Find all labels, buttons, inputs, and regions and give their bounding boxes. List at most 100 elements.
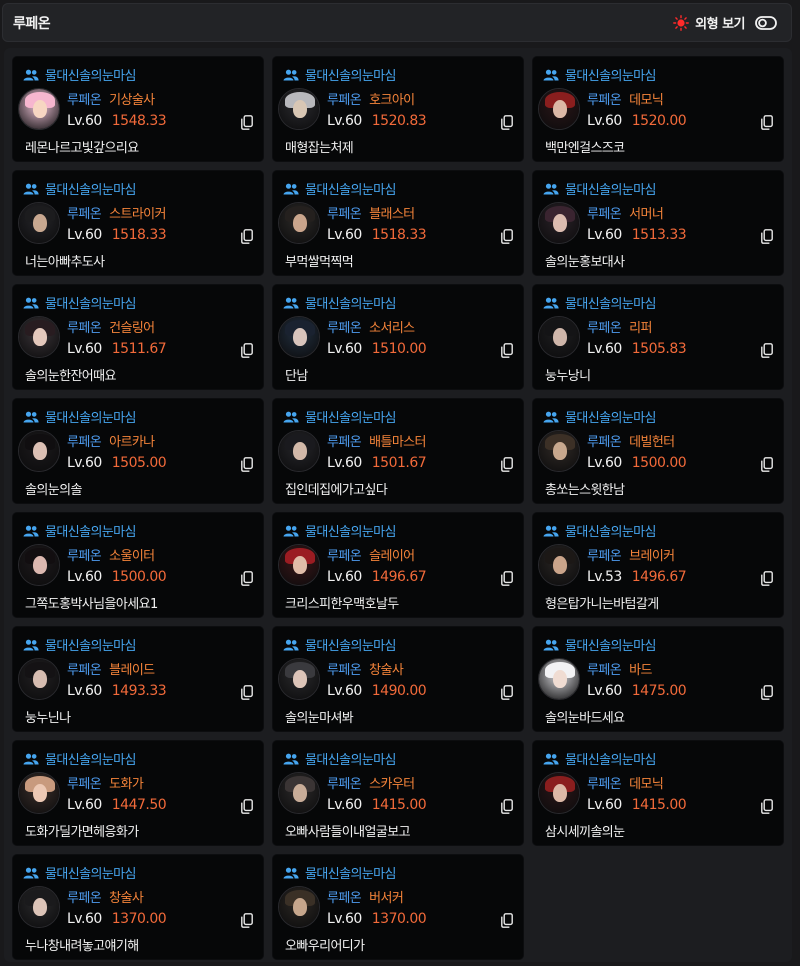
copy-icon[interactable] xyxy=(241,913,253,928)
toggle-switch-icon[interactable] xyxy=(755,15,777,30)
copy-icon[interactable] xyxy=(241,115,253,130)
character-card[interactable]: 물대신솔의눈마심 루페온 데모닉 Lv.60 1520.00 백만엔걸스즈코 xyxy=(532,56,784,162)
level-row: Lv.60 1518.33 xyxy=(67,227,167,243)
people-icon xyxy=(283,183,299,194)
character-card[interactable]: 물대신솔의눈마심 루페온 스트라이커 Lv.60 1518.33 너는아빠추도사 xyxy=(12,170,264,276)
appearance-toggle[interactable]: 외형 보기 xyxy=(673,13,777,32)
people-icon xyxy=(543,183,559,194)
character-name: 눙누낭니 xyxy=(545,369,591,384)
people-icon xyxy=(543,69,559,80)
character-avatar xyxy=(278,430,320,472)
character-card[interactable]: 물대신솔의눈마심 루페온 창술사 Lv.60 1490.00 솔의눈마셔봐 xyxy=(272,626,524,732)
server-name: 루페온 xyxy=(587,207,622,222)
copy-icon[interactable] xyxy=(501,115,513,130)
copy-icon[interactable] xyxy=(501,571,513,586)
item-level: 1520.00 xyxy=(631,113,687,129)
guild-name: 물대신솔의눈마심 xyxy=(45,183,136,198)
class-name: 아르카나 xyxy=(109,435,155,450)
guild-name: 물대신솔의눈마심 xyxy=(565,411,656,426)
server-name: 루페온 xyxy=(67,891,102,906)
guild-row: 물대신솔의눈마심 xyxy=(23,521,136,540)
item-level: 1520.83 xyxy=(371,113,427,129)
server-name: 루페온 xyxy=(327,777,362,792)
character-name: 단남 xyxy=(285,369,308,384)
level-row: Lv.60 1513.33 xyxy=(587,227,687,243)
copy-icon[interactable] xyxy=(761,457,773,472)
guild-row: 물대신솔의눈마심 xyxy=(283,863,396,882)
copy-icon[interactable] xyxy=(761,571,773,586)
copy-icon[interactable] xyxy=(761,229,773,244)
server-class-row: 루페온 슬레이어 xyxy=(327,545,415,564)
server-name: 루페온 xyxy=(67,435,102,450)
people-icon xyxy=(543,753,559,764)
character-card[interactable]: 물대신솔의눈마심 루페온 아르카나 Lv.60 1505.00 솔의눈의솔 xyxy=(12,398,264,504)
character-level: Lv.60 xyxy=(67,569,102,585)
character-card[interactable]: 물대신솔의눈마심 루페온 데모닉 Lv.60 1415.00 삼시세끼솔의눈 xyxy=(532,740,784,846)
server-name: 루페온 xyxy=(67,207,102,222)
copy-icon[interactable] xyxy=(761,343,773,358)
level-row: Lv.60 1493.33 xyxy=(67,683,167,699)
character-card[interactable]: 물대신솔의눈마심 루페온 소울이터 Lv.60 1500.00 그쪽도홍박사님을… xyxy=(12,512,264,618)
item-level: 1505.83 xyxy=(631,341,687,357)
server-class-row: 루페온 아르카나 xyxy=(67,431,155,450)
character-card[interactable]: 물대신솔의눈마심 루페온 기상술사 Lv.60 1548.33 레몬나르고빛갚으… xyxy=(12,56,264,162)
copy-icon[interactable] xyxy=(241,457,253,472)
copy-icon[interactable] xyxy=(501,343,513,358)
character-avatar xyxy=(278,316,320,358)
server-name: 루페온 xyxy=(67,93,102,108)
class-name: 스카우터 xyxy=(369,777,415,792)
character-level: Lv.60 xyxy=(67,455,102,471)
people-icon xyxy=(283,69,299,80)
guild-name: 물대신솔의눈마심 xyxy=(305,753,396,768)
character-level: Lv.60 xyxy=(327,683,362,699)
item-level: 1500.00 xyxy=(111,569,167,585)
guild-row: 물대신솔의눈마심 xyxy=(543,635,656,654)
copy-icon[interactable] xyxy=(761,115,773,130)
character-card[interactable]: 물대신솔의눈마심 루페온 배틀마스터 Lv.60 1501.67 집인데집에가고… xyxy=(272,398,524,504)
character-card[interactable]: 물대신솔의눈마심 루페온 버서커 Lv.60 1370.00 오빠우리어디가 xyxy=(272,854,524,960)
character-level: Lv.60 xyxy=(587,341,622,357)
people-icon xyxy=(283,525,299,536)
class-name: 바드 xyxy=(629,663,652,678)
character-card[interactable]: 물대신솔의눈마심 루페온 데빌헌터 Lv.60 1500.00 총쏘는스윗한남 xyxy=(532,398,784,504)
copy-icon[interactable] xyxy=(241,343,253,358)
guild-name: 물대신솔의눈마심 xyxy=(565,639,656,654)
guild-name: 물대신솔의눈마심 xyxy=(45,867,136,882)
class-name: 데모닉 xyxy=(629,777,664,792)
character-card[interactable]: 물대신솔의눈마심 루페온 건슬링어 Lv.60 1511.67 솔의눈한잔어때요 xyxy=(12,284,264,390)
server-name: 루페온 xyxy=(67,549,102,564)
character-card[interactable]: 물대신솔의눈마심 루페온 블레이드 Lv.60 1493.33 눙누닌나 xyxy=(12,626,264,732)
character-card[interactable]: 물대신솔의눈마심 루페온 브레이커 Lv.53 1496.67 형은탑가니는바텀… xyxy=(532,512,784,618)
copy-icon[interactable] xyxy=(241,799,253,814)
server-name: 루페온 xyxy=(67,321,102,336)
copy-icon[interactable] xyxy=(761,799,773,814)
item-level: 1415.00 xyxy=(371,797,427,813)
character-avatar xyxy=(18,658,60,700)
character-card[interactable]: 물대신솔의눈마심 루페온 도화가 Lv.60 1447.50 도화가딜가면헤응화… xyxy=(12,740,264,846)
server-class-row: 루페온 소서리스 xyxy=(327,317,415,336)
class-name: 소서리스 xyxy=(369,321,415,336)
server-class-row: 루페온 블레이드 xyxy=(67,659,155,678)
copy-icon[interactable] xyxy=(241,571,253,586)
copy-icon[interactable] xyxy=(241,229,253,244)
character-card[interactable]: 물대신솔의눈마심 루페온 소서리스 Lv.60 1510.00 단남 xyxy=(272,284,524,390)
character-card[interactable]: 물대신솔의눈마심 루페온 바드 Lv.60 1475.00 솔의눈바드세요 xyxy=(532,626,784,732)
guild-name: 물대신솔의눈마심 xyxy=(45,525,136,540)
copy-icon[interactable] xyxy=(501,799,513,814)
copy-icon[interactable] xyxy=(501,229,513,244)
character-card[interactable]: 물대신솔의눈마심 루페온 창술사 Lv.60 1370.00 누나창내려놓고얘기… xyxy=(12,854,264,960)
copy-icon[interactable] xyxy=(761,685,773,700)
level-row: Lv.60 1447.50 xyxy=(67,797,167,813)
character-avatar xyxy=(278,202,320,244)
character-card[interactable]: 물대신솔의눈마심 루페온 호크아이 Lv.60 1520.83 매형잡는처제 xyxy=(272,56,524,162)
character-card[interactable]: 물대신솔의눈마심 루페온 리퍼 Lv.60 1505.83 눙누낭니 xyxy=(532,284,784,390)
copy-icon[interactable] xyxy=(241,685,253,700)
character-card[interactable]: 물대신솔의눈마심 루페온 블래스터 Lv.60 1518.33 부먹쌀먹찍먹 xyxy=(272,170,524,276)
copy-icon[interactable] xyxy=(501,913,513,928)
character-card[interactable]: 물대신솔의눈마심 루페온 슬레이어 Lv.60 1496.67 크리스피한우맥호… xyxy=(272,512,524,618)
copy-icon[interactable] xyxy=(501,457,513,472)
character-card[interactable]: 물대신솔의눈마심 루페온 서머너 Lv.60 1513.33 솔의눈홍보대사 xyxy=(532,170,784,276)
copy-icon[interactable] xyxy=(501,685,513,700)
character-card[interactable]: 물대신솔의눈마심 루페온 스카우터 Lv.60 1415.00 오빠사람들이내얼… xyxy=(272,740,524,846)
guild-name: 물대신솔의눈마심 xyxy=(565,753,656,768)
